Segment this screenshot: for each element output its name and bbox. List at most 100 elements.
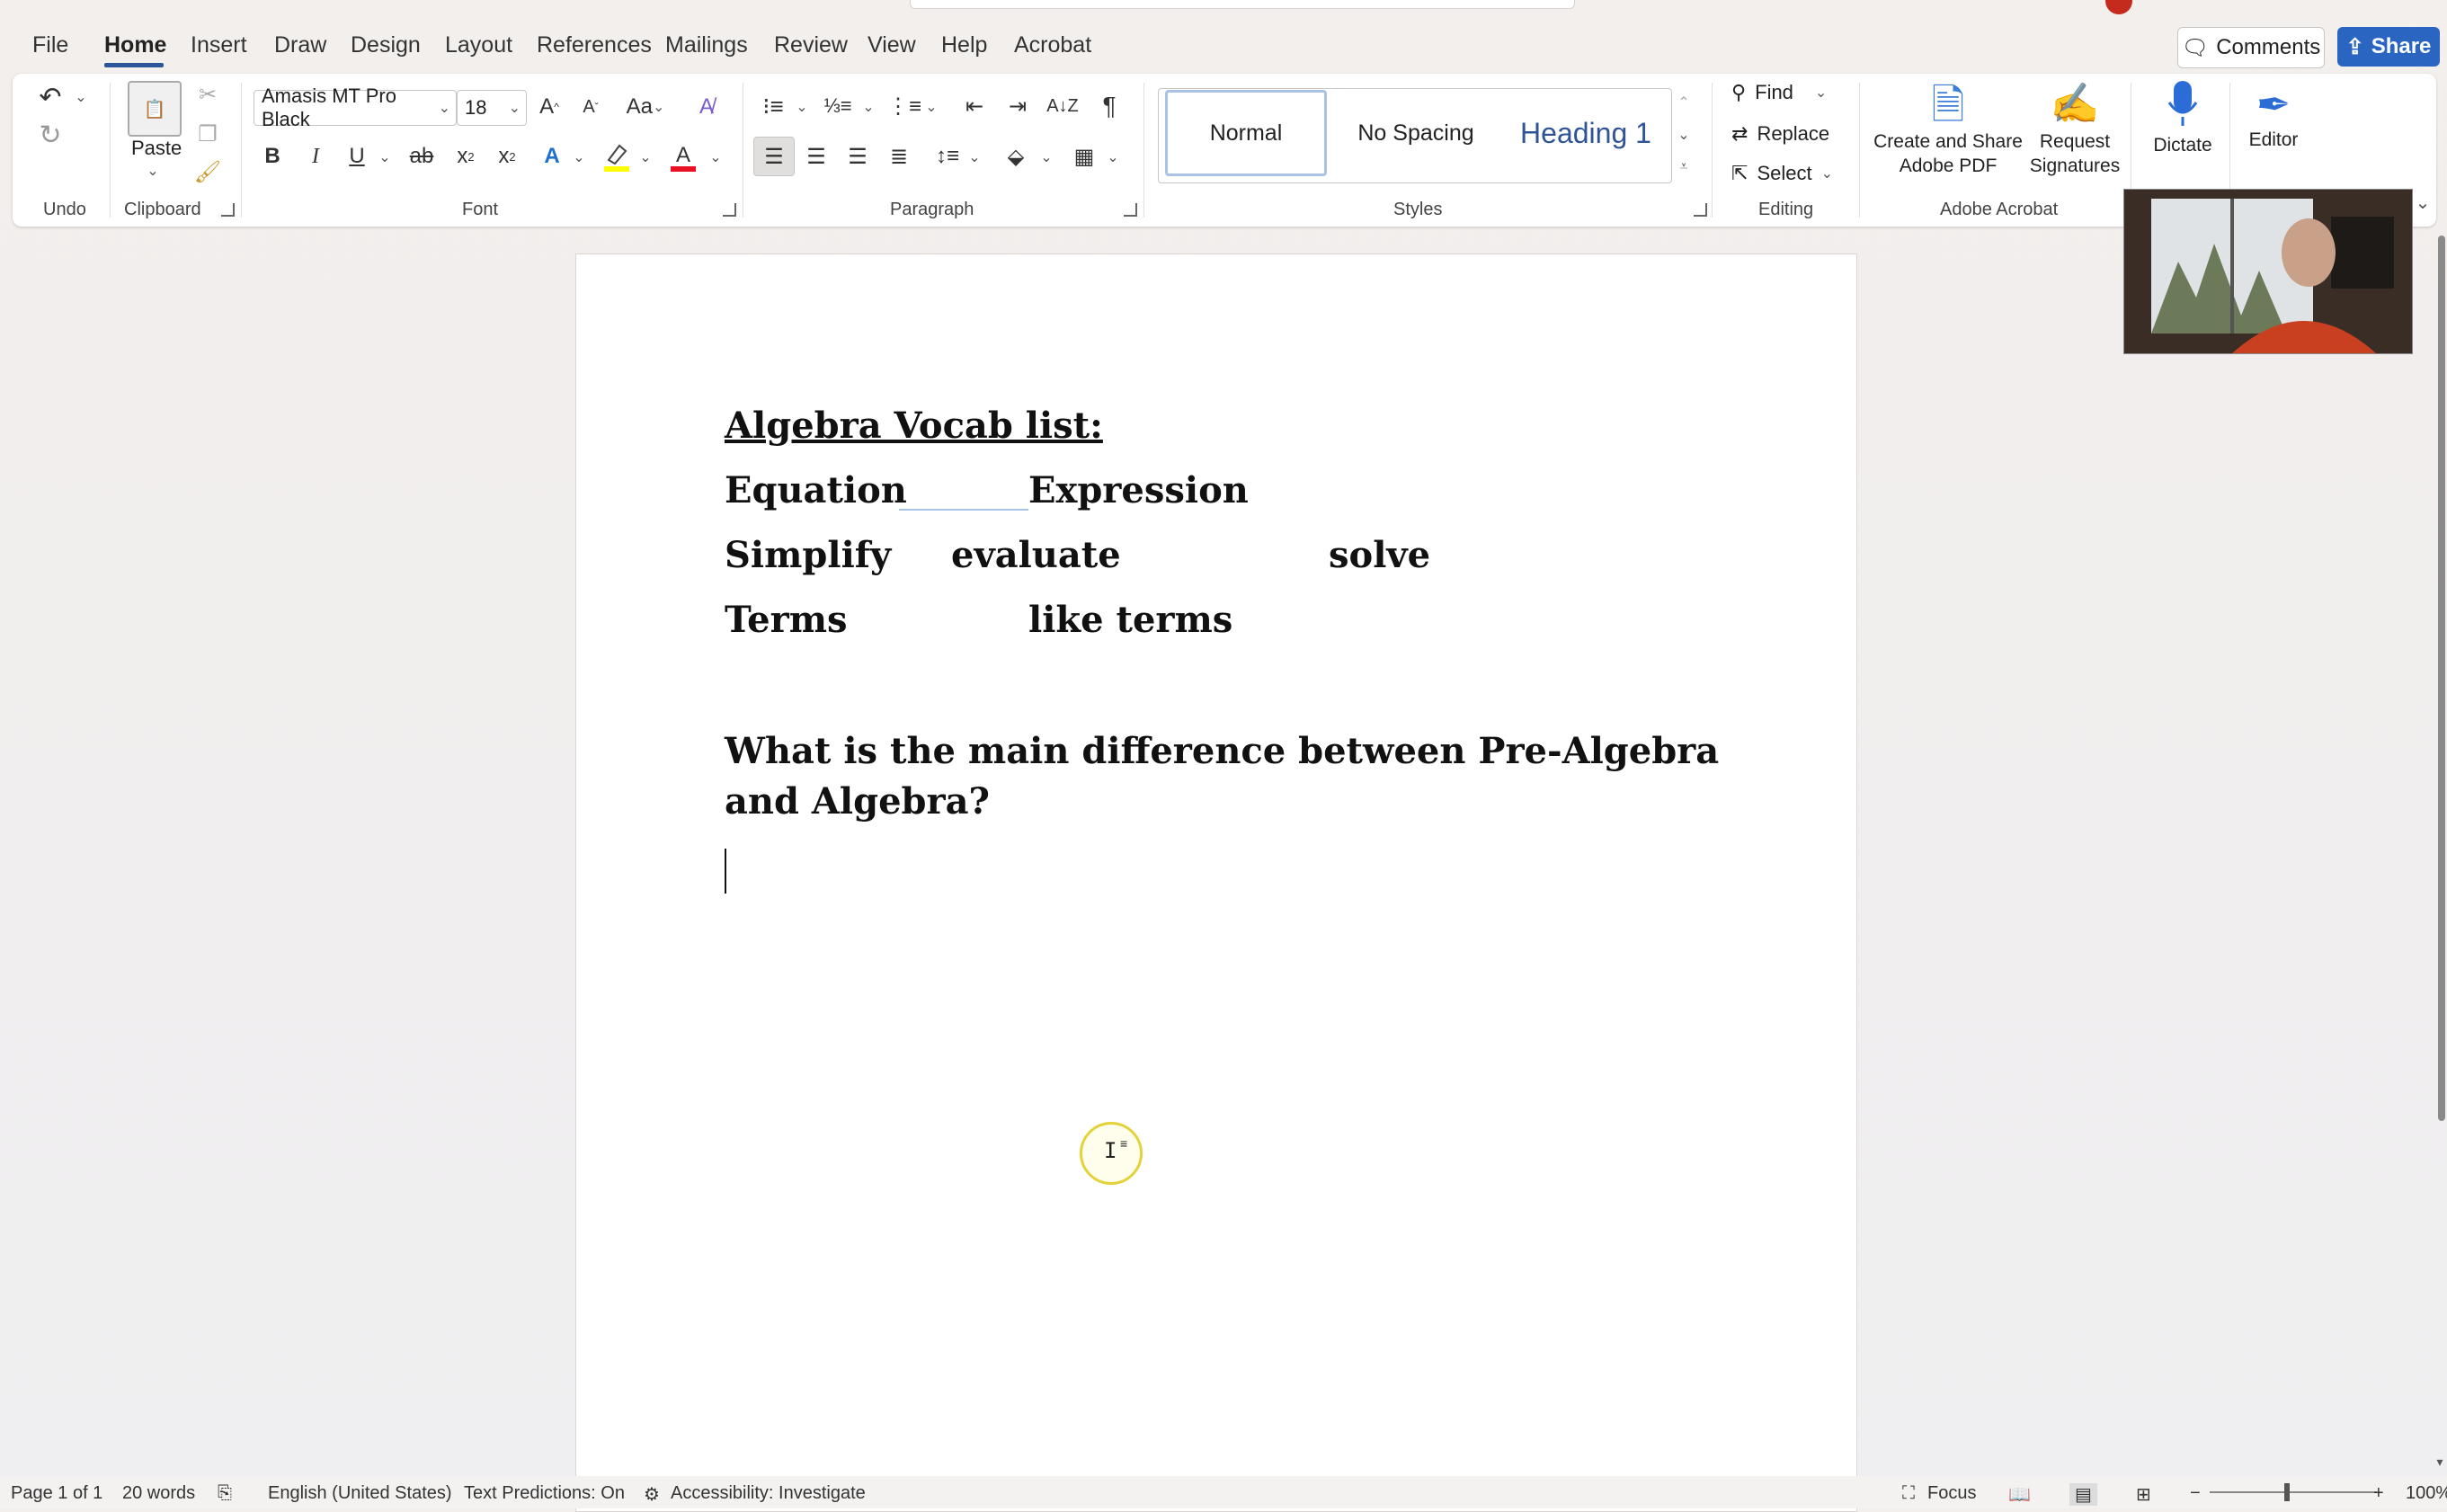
paste-icon[interactable]: 📋 <box>128 81 182 137</box>
collapse-ribbon-icon[interactable]: ⌄ <box>2413 191 2433 214</box>
undo-icon[interactable]: ↶ <box>32 79 68 115</box>
show-formatting-icon[interactable]: ¶ <box>1091 90 1127 122</box>
clipboard-launcher-icon[interactable] <box>221 203 235 217</box>
align-left-icon[interactable]: ☰ <box>753 137 795 176</box>
word-count[interactable]: 20 words <box>122 1483 195 1504</box>
proofing-icon[interactable]: ⎘ <box>218 1483 232 1504</box>
paste-button-label[interactable]: Paste <box>131 137 182 160</box>
tab-layout[interactable]: Layout <box>445 32 512 58</box>
font-color-dropdown-icon[interactable]: ⌄ <box>707 144 725 171</box>
zoom-level[interactable]: 100% <box>2406 1483 2447 1504</box>
numbering-dropdown-icon[interactable]: ⌄ <box>859 93 877 120</box>
web-layout-icon[interactable]: ⊞ <box>2136 1483 2151 1506</box>
format-painter-icon[interactable]: 🖌 <box>194 158 221 185</box>
styles-scroll-up-icon[interactable]: ⌃ <box>1674 88 1694 117</box>
tab-mailings[interactable]: Mailings <box>665 32 748 58</box>
accessibility-status[interactable]: Accessibility: Investigate <box>671 1483 866 1504</box>
clear-formatting-icon[interactable]: A̸ <box>689 90 725 124</box>
grow-font-icon[interactable]: A ^ <box>534 90 565 124</box>
line-spacing-dropdown-icon[interactable]: ⌄ <box>965 144 983 171</box>
editor-button[interactable]: ✒ Editor <box>2235 79 2312 160</box>
text-effects-dropdown-icon[interactable]: ⌄ <box>570 144 588 171</box>
replace-button[interactable]: ⇄ Replace <box>1731 122 1829 146</box>
strikethrough-icon[interactable]: ab <box>405 140 439 173</box>
copy-icon[interactable]: ❐ <box>194 120 221 147</box>
styles-more-icon[interactable]: ⩡ <box>1674 153 1694 182</box>
bullets-dropdown-icon[interactable]: ⌄ <box>793 93 811 120</box>
sort-icon[interactable]: A↓Z <box>1045 90 1081 122</box>
highlight-icon[interactable] <box>599 138 635 174</box>
select-button[interactable]: ⇱ Select ⌄ <box>1731 162 1833 185</box>
paste-dropdown-icon[interactable]: ⌄ <box>144 162 162 180</box>
subscript-icon[interactable]: x2 <box>449 140 482 173</box>
tab-view[interactable]: View <box>868 32 916 58</box>
multilevel-dropdown-icon[interactable]: ⌄ <box>922 93 940 120</box>
tab-home[interactable]: Home <box>104 32 166 58</box>
justify-icon[interactable]: ≣ <box>881 138 917 174</box>
tab-file[interactable]: File <box>32 32 68 58</box>
style-normal[interactable]: Normal <box>1165 90 1327 176</box>
bold-icon[interactable]: B <box>257 140 288 173</box>
bullets-icon[interactable]: ⁝≡ <box>755 90 791 122</box>
align-center-icon[interactable]: ☰ <box>798 138 834 174</box>
tab-help[interactable]: Help <box>941 32 987 58</box>
title-search-box[interactable] <box>910 0 1575 9</box>
dictate-button[interactable]: Dictate <box>2140 79 2226 160</box>
zoom-out-icon[interactable]: − <box>2190 1483 2201 1504</box>
font-size-combo[interactable]: 18 ⌄ <box>457 90 527 126</box>
change-case-icon[interactable]: Aa ⌄ <box>620 90 671 124</box>
tab-draw[interactable]: Draw <box>274 32 326 58</box>
page-count[interactable]: Page 1 of 1 <box>11 1483 102 1504</box>
style-heading-1[interactable]: Heading 1 <box>1507 90 1665 176</box>
focus-mode-button[interactable]: Focus <box>1927 1483 1976 1504</box>
paragraph-launcher-icon[interactable] <box>1124 203 1137 217</box>
undo-dropdown-icon[interactable]: ⌄ <box>72 86 90 108</box>
decrease-indent-icon[interactable]: ⇤ <box>957 90 992 122</box>
redo-icon[interactable]: ↻ <box>32 117 68 153</box>
comments-button[interactable]: 🗨 Comments <box>2177 27 2325 68</box>
divider <box>241 83 242 218</box>
styles-launcher-icon[interactable] <box>1694 203 1707 217</box>
scroll-down-icon[interactable]: ▾ <box>2433 1453 2447 1471</box>
tab-design[interactable]: Design <box>351 32 421 58</box>
style-no-spacing[interactable]: No Spacing <box>1332 90 1499 176</box>
underline-icon[interactable]: U <box>342 140 372 173</box>
zoom-in-icon[interactable]: + <box>2373 1483 2384 1504</box>
font-name-combo[interactable]: Amasis MT Pro Black ⌄ <box>254 84 457 130</box>
line-spacing-icon[interactable]: ↕≡ <box>930 138 965 174</box>
tab-insert[interactable]: Insert <box>191 32 247 58</box>
share-button[interactable]: ⇪ Share <box>2337 27 2440 67</box>
text-predictions-status[interactable]: Text Predictions: On <box>464 1483 625 1504</box>
tab-acrobat[interactable]: Acrobat <box>1014 32 1091 58</box>
request-signatures-button[interactable]: ✍ Request Signatures <box>2028 79 2122 187</box>
align-right-icon[interactable]: ☰ <box>840 138 876 174</box>
create-share-pdf-button[interactable]: 🗎 Create and Share Adobe PDF <box>1870 79 2026 187</box>
zoom-slider-thumb[interactable] <box>2284 1483 2290 1501</box>
increase-indent-icon[interactable]: ⇥ <box>1000 90 1036 122</box>
underline-dropdown-icon[interactable]: ⌄ <box>376 144 394 171</box>
print-layout-icon[interactable]: ▤ <box>2069 1483 2097 1506</box>
find-button[interactable]: ⚲ Find ⌄ <box>1731 81 1827 104</box>
paragraph-group-label: Paragraph <box>890 200 974 219</box>
shading-dropdown-icon[interactable]: ⌄ <box>1037 144 1055 171</box>
shrink-font-icon[interactable]: Aˇ <box>575 90 606 124</box>
font-color-icon[interactable]: A <box>665 138 701 174</box>
italic-icon[interactable]: I <box>300 140 331 173</box>
font-launcher-icon[interactable] <box>723 203 736 217</box>
text-effects-icon[interactable]: A <box>536 140 568 173</box>
numbering-icon[interactable]: ⅓≡ <box>820 90 856 122</box>
styles-scroll-down-icon[interactable]: ⌄ <box>1674 120 1694 149</box>
borders-icon[interactable]: ▦ <box>1066 138 1102 174</box>
tab-references[interactable]: References <box>537 32 652 58</box>
borders-dropdown-icon[interactable]: ⌄ <box>1104 144 1122 171</box>
multilevel-list-icon[interactable]: ⋮≡ <box>886 90 922 122</box>
scrollbar-thumb[interactable] <box>2438 236 2445 1121</box>
shading-icon[interactable]: ⬙ <box>998 138 1034 174</box>
tab-review[interactable]: Review <box>774 32 848 58</box>
highlight-dropdown-icon[interactable]: ⌄ <box>636 144 654 171</box>
superscript-icon[interactable]: x2 <box>491 140 523 173</box>
read-mode-icon[interactable]: 📖 <box>2008 1483 2031 1506</box>
cut-icon[interactable]: ✂ <box>194 81 221 108</box>
zoom-slider[interactable] <box>2210 1491 2377 1493</box>
language-status[interactable]: English (United States) <box>268 1483 452 1504</box>
